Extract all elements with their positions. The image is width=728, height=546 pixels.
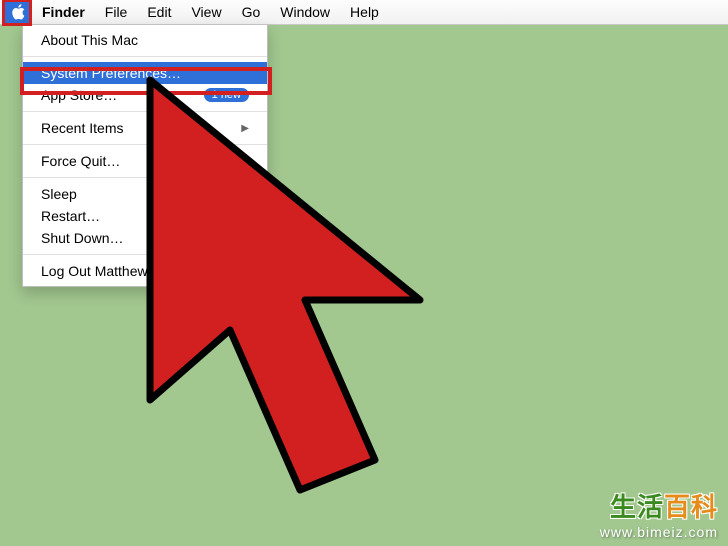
dropdown-item-label: System Preferences… xyxy=(41,65,181,81)
dropdown-item-label: Recent Items xyxy=(41,120,123,136)
apple-dropdown: About This Mac System Preferences… App S… xyxy=(22,25,268,287)
dropdown-restart[interactable]: Restart… xyxy=(23,205,267,227)
menu-go[interactable]: Go xyxy=(232,0,271,25)
separator xyxy=(23,56,267,57)
dropdown-item-label: App Store… xyxy=(41,87,117,103)
dropdown-app-store[interactable]: App Store… 1 new xyxy=(23,84,267,106)
menu-help[interactable]: Help xyxy=(340,0,389,25)
watermark: 生活百科 www.bimeiz.com xyxy=(600,487,718,540)
dropdown-system-preferences[interactable]: System Preferences… xyxy=(23,62,267,84)
watermark-url: www.bimeiz.com xyxy=(600,524,718,540)
separator xyxy=(23,254,267,255)
dropdown-item-label: Shut Down… xyxy=(41,230,123,246)
menubar: Finder File Edit View Go Window Help xyxy=(0,0,728,25)
submenu-arrow-icon: ▶ xyxy=(241,123,249,134)
dropdown-item-label: Log Out Matthew… xyxy=(41,263,162,279)
separator xyxy=(23,177,267,178)
apple-logo-icon xyxy=(11,4,25,20)
menu-app-name[interactable]: Finder xyxy=(32,0,95,25)
dropdown-item-label: Sleep xyxy=(41,186,77,202)
menu-edit[interactable]: Edit xyxy=(137,0,181,25)
apple-menu[interactable] xyxy=(4,0,32,25)
dropdown-sleep[interactable]: Sleep xyxy=(23,183,267,205)
menu-window[interactable]: Window xyxy=(270,0,340,25)
separator xyxy=(23,111,267,112)
dropdown-item-label: About This Mac xyxy=(41,32,138,48)
dropdown-item-label: Restart… xyxy=(41,208,100,224)
dropdown-about-this-mac[interactable]: About This Mac xyxy=(23,29,267,51)
separator xyxy=(23,144,267,145)
menu-view[interactable]: View xyxy=(181,0,231,25)
dropdown-force-quit[interactable]: Force Quit… xyxy=(23,150,267,172)
menu-file[interactable]: File xyxy=(95,0,138,25)
dropdown-log-out[interactable]: Log Out Matthew… xyxy=(23,260,267,282)
watermark-text: 生活百科 xyxy=(600,487,718,524)
update-badge: 1 new xyxy=(204,88,249,102)
dropdown-shut-down[interactable]: Shut Down… xyxy=(23,227,267,249)
dropdown-item-label: Force Quit… xyxy=(41,153,120,169)
dropdown-recent-items[interactable]: Recent Items ▶ xyxy=(23,117,267,139)
